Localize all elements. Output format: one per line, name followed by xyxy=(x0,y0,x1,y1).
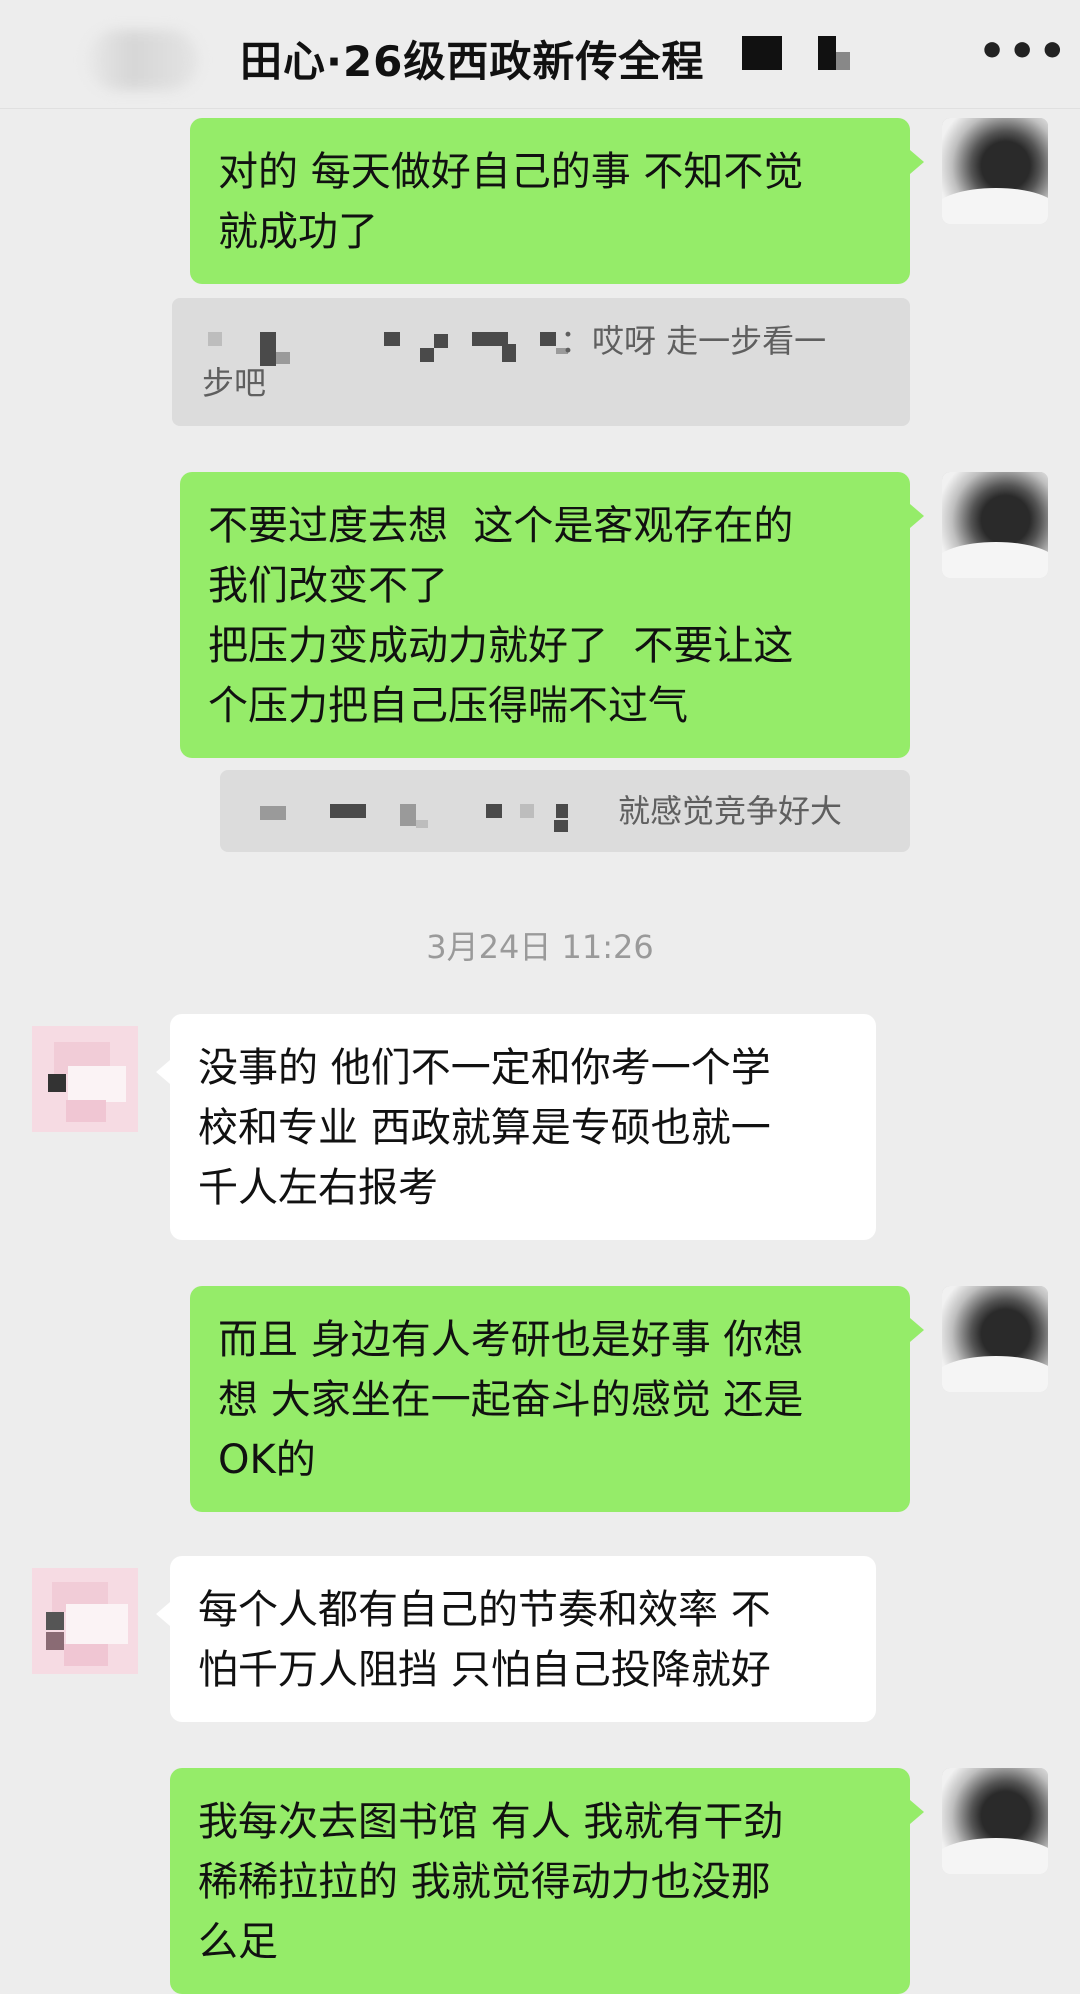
contact-avatar[interactable] xyxy=(32,1568,138,1674)
back-button[interactable] xyxy=(88,30,198,90)
quoted-message[interactable]: 就感觉竞争好大 xyxy=(220,770,910,852)
bubble-tail xyxy=(156,1602,170,1626)
quoted-text: 就感觉竞争好大 xyxy=(618,792,843,830)
more-icon[interactable]: ••• xyxy=(978,26,1068,77)
bubble-tail xyxy=(910,150,924,174)
message-text: 把压力变成动力就好了 不要让这 xyxy=(208,623,794,669)
quoted-text: ：哎呀 走一步看一 xyxy=(560,322,827,360)
title-redaction xyxy=(836,52,850,70)
message-text: 稀稀拉拉的 我就觉得动力也没那 xyxy=(198,1859,771,1905)
message-text: 就成功了 xyxy=(218,209,378,255)
chat-header: 田心·26级西政新传全程 ••• xyxy=(0,0,1080,109)
message-text: 每个人都有自己的节奏和效率 不 xyxy=(198,1587,771,1633)
my-avatar[interactable] xyxy=(942,1286,1048,1392)
bubble-tail xyxy=(910,1800,924,1824)
quoted-message[interactable]: ：哎呀 走一步看一 步吧 xyxy=(172,298,910,426)
contact-avatar[interactable] xyxy=(32,1026,138,1132)
message-bubble-me[interactable]: 我每次去图书馆 有人 我就有干劲 稀稀拉拉的 我就觉得动力也没那 么足 xyxy=(170,1768,910,1994)
title-redaction xyxy=(742,36,782,70)
chat-title[interactable]: 田心·26级西政新传全程 xyxy=(240,28,704,89)
my-avatar[interactable] xyxy=(942,472,1048,578)
message-text: 而且 身边有人考研也是好事 你想 xyxy=(218,1317,804,1363)
message-text: 个压力把自己压得喘不过气 xyxy=(208,683,688,729)
message-bubble-other[interactable]: 没事的 他们不一定和你考一个学 校和专业 西政就算是专硕也就一 千人左右报考 xyxy=(170,1014,876,1240)
message-text: 想 大家坐在一起奋斗的感觉 还是 xyxy=(218,1377,804,1423)
chat-timestamp: 3月24日 11:26 xyxy=(426,928,654,966)
quoted-text: 步吧 xyxy=(202,364,267,402)
message-text: 不要过度去想 这个是客观存在的 xyxy=(208,503,794,549)
message-bubble-me[interactable]: 不要过度去想 这个是客观存在的 我们改变不了 把压力变成动力就好了 不要让这 个… xyxy=(180,472,910,758)
message-text: 怕千万人阻挡 只怕自己投降就好 xyxy=(198,1647,771,1693)
my-avatar[interactable] xyxy=(942,118,1048,224)
title-redaction xyxy=(818,36,836,70)
bubble-tail xyxy=(156,1060,170,1084)
message-text: 校和专业 西政就算是专硕也就一 xyxy=(198,1105,771,1151)
message-bubble-me[interactable]: 对的 每天做好自己的事 不知不觉 就成功了 xyxy=(190,118,910,284)
my-avatar[interactable] xyxy=(942,1768,1048,1874)
message-text: 我每次去图书馆 有人 我就有干劲 xyxy=(198,1799,784,1845)
message-text: OK的 xyxy=(218,1437,316,1483)
message-text: 千人左右报考 xyxy=(198,1165,438,1211)
message-bubble-other[interactable]: 每个人都有自己的节奏和效率 不 怕千万人阻挡 只怕自己投降就好 xyxy=(170,1556,876,1722)
bubble-tail xyxy=(910,1318,924,1342)
message-text: 我们改变不了 xyxy=(208,563,448,609)
message-text: 对的 每天做好自己的事 不知不觉 xyxy=(218,149,804,195)
message-text: 么足 xyxy=(198,1919,278,1965)
bubble-tail xyxy=(910,504,924,528)
message-text: 没事的 他们不一定和你考一个学 xyxy=(198,1045,771,1091)
message-bubble-me[interactable]: 而且 身边有人考研也是好事 你想 想 大家坐在一起奋斗的感觉 还是 OK的 xyxy=(190,1286,910,1512)
